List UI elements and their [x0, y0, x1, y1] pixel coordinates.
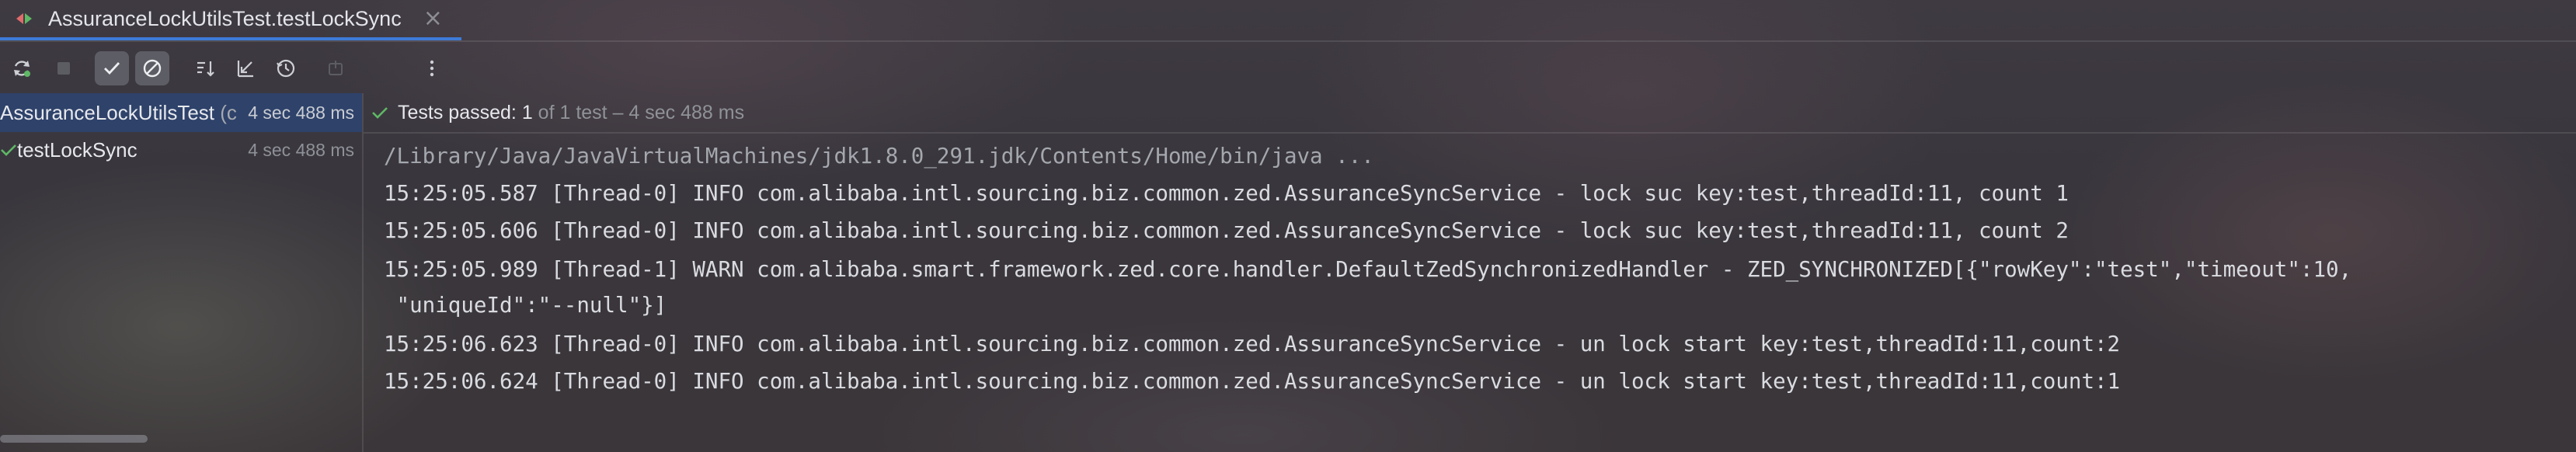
console-line: 15:25:05.587 [Thread-0] INFO com.alibaba…	[384, 181, 2069, 206]
console-line: 15:25:06.623 [Thread-0] INFO com.alibaba…	[384, 332, 2121, 356]
collapse-all-button[interactable]	[228, 51, 263, 85]
test-runner-toolbar	[0, 51, 544, 85]
run-test-icon	[16, 13, 32, 24]
sort-button[interactable]	[188, 51, 222, 85]
stop-icon	[57, 62, 70, 75]
test-tree-panel: AssuranceLockUtilsTest (c 4 sec 488 ms t…	[0, 93, 364, 452]
status-total: of 1 test	[538, 101, 607, 123]
clock-icon	[277, 59, 295, 78]
ignored-icon	[143, 59, 162, 78]
tree-node-duration: 4 sec 488 ms	[248, 102, 354, 123]
rerun-icon	[14, 61, 30, 77]
export-icon	[329, 61, 343, 75]
history-button[interactable]	[269, 51, 303, 85]
check-icon	[1, 144, 16, 156]
horizontal-scrollbar[interactable]	[0, 435, 148, 443]
stop-button[interactable]	[47, 51, 81, 85]
tab-title: AssuranceLockUtilsTest.testLockSync	[48, 6, 402, 30]
console-line-command: /Library/Java/JavaVirtualMachines/jdk1.8…	[384, 144, 1374, 169]
status-duration: 4 sec 488 ms	[628, 101, 745, 123]
tree-node-label: testLockSync	[17, 137, 138, 162]
check-icon	[372, 107, 388, 119]
console-line-warn-continuation: "uniqueId":"--null"}]	[384, 293, 667, 318]
tree-node-label: AssuranceLockUtilsTest (c	[0, 100, 237, 124]
console-line: 15:25:05.606 [Thread-0] INFO com.alibaba…	[384, 218, 2069, 243]
console-line-warn: 15:25:05.989 [Thread-1] WARN com.alibaba…	[384, 257, 2352, 282]
show-passed-button[interactable]	[95, 51, 129, 85]
status-separator: –	[607, 101, 629, 123]
collapse-icon	[237, 61, 253, 78]
tree-node-test-method[interactable]: testLockSync 4 sec 488 ms	[0, 130, 362, 169]
checkmark-icon	[104, 62, 120, 75]
editor-tab-bar: AssuranceLockUtilsTest.testLockSync ×	[0, 0, 2576, 42]
console-line: 15:25:06.624 [Thread-0] INFO com.alibaba…	[384, 369, 2121, 394]
status-label: Tests passed:	[398, 101, 517, 123]
more-options-icon	[430, 60, 434, 77]
export-button[interactable]	[319, 51, 353, 85]
show-ignored-button[interactable]	[135, 51, 169, 85]
test-status-bar: Tests passed: 1 of 1 test – 4 sec 488 ms	[364, 93, 2576, 134]
tree-node-test-class[interactable]: AssuranceLockUtilsTest (c 4 sec 488 ms	[0, 93, 362, 132]
status-passed-count: 1	[521, 101, 533, 123]
close-icon[interactable]: ×	[423, 7, 443, 30]
tree-node-duration: 4 sec 488 ms	[248, 139, 354, 160]
rerun-button[interactable]	[5, 51, 39, 85]
sort-icon	[197, 61, 214, 77]
tab-run-configuration[interactable]: AssuranceLockUtilsTest.testLockSync ×	[0, 0, 461, 40]
more-options-button[interactable]	[415, 51, 449, 85]
